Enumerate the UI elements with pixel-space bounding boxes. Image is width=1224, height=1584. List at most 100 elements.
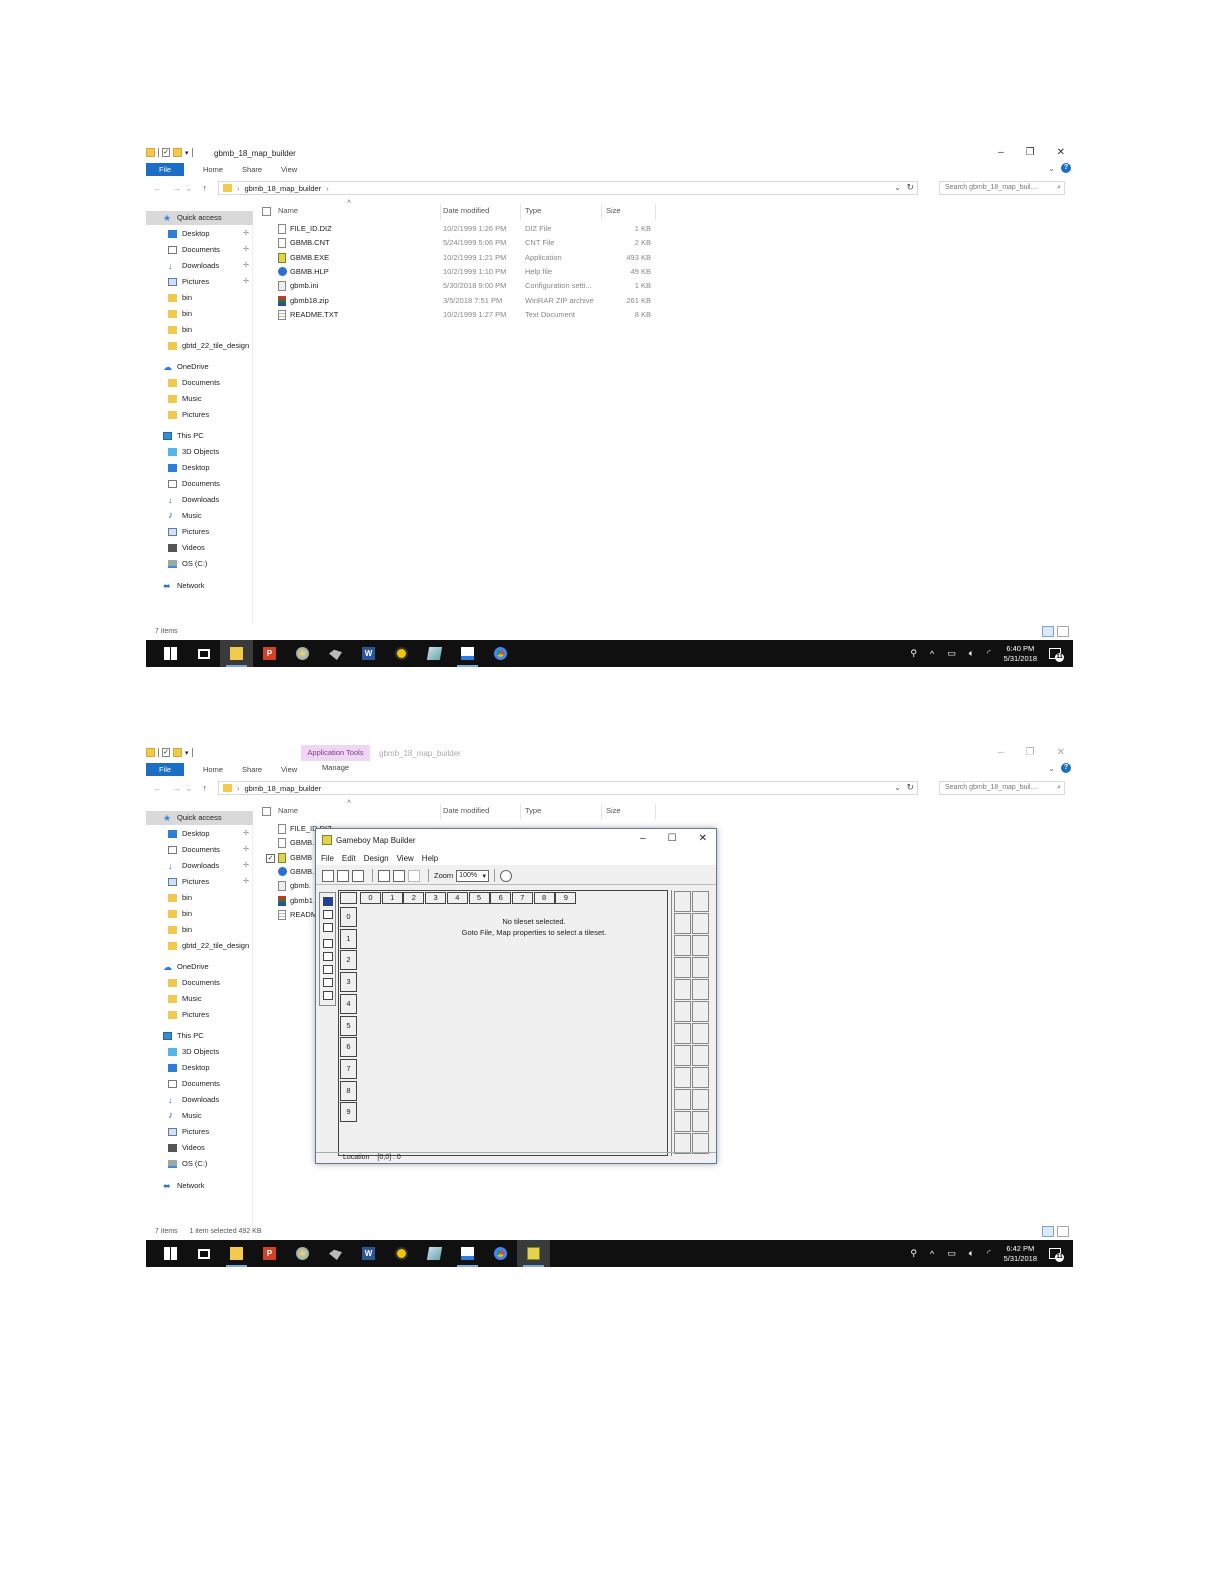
large-icons-view-icon[interactable]	[1057, 1226, 1069, 1237]
address-dropdown-icon[interactable]: ⌄	[894, 183, 901, 192]
nav-item-bin[interactable]: bin	[146, 307, 253, 321]
forward-icon[interactable]: →	[172, 183, 181, 194]
grid-row-header[interactable]: 0	[340, 907, 357, 927]
pin-icon[interactable]: ✢	[243, 243, 249, 257]
grid-column-header[interactable]: 6	[490, 892, 512, 904]
grid-row-header[interactable]: 6	[340, 1037, 357, 1058]
volume-icon[interactable]: 🔈︎	[969, 648, 974, 659]
nav-item-downloads[interactable]: ↓ Downloads	[146, 1093, 253, 1107]
nav-item-downloads[interactable]: ↓ Downloads ✢	[146, 259, 253, 273]
nav-item-bin[interactable]: bin	[146, 907, 253, 921]
breadcrumb[interactable]: gbmb_18_map_builder	[245, 784, 322, 793]
tile-slot[interactable]	[674, 1001, 691, 1022]
nav-item-onedrive[interactable]: ☁ OneDrive	[146, 360, 253, 374]
nav-item-desktop[interactable]: Desktop ✢	[146, 227, 253, 241]
chevron-right-icon[interactable]: ›	[326, 184, 329, 193]
nav-item-documents[interactable]: Documents	[146, 376, 253, 390]
task-view-button[interactable]	[187, 1240, 220, 1267]
large-icons-view-icon[interactable]	[1057, 626, 1069, 637]
battery-icon[interactable]: ▭	[947, 648, 956, 659]
tab-file[interactable]: File	[146, 163, 184, 176]
tile-slot[interactable]	[674, 913, 691, 934]
tile-slot[interactable]	[674, 1111, 691, 1132]
pin-icon[interactable]: ✢	[243, 259, 249, 273]
recent-locations-icon[interactable]: ⌄	[185, 183, 193, 194]
grid-column-header[interactable]: 5	[468, 892, 490, 904]
tile-slot[interactable]	[674, 979, 691, 1000]
row-checkbox[interactable]: ✓	[266, 853, 275, 863]
grid-row-header[interactable]: 1	[340, 928, 357, 949]
taskbar-norton[interactable]	[385, 1240, 418, 1267]
column-type[interactable]: Type	[525, 204, 541, 218]
tile-slot[interactable]	[692, 1111, 709, 1132]
nav-item-pictures[interactable]: Pictures	[146, 525, 253, 539]
help-icon[interactable]: ?	[1061, 763, 1071, 773]
taskbar-powerpoint[interactable]: P	[253, 640, 286, 667]
nav-item-quick-access[interactable]: ★ Quick access	[146, 211, 253, 225]
tile-slot[interactable]	[674, 935, 691, 956]
save-icon[interactable]	[337, 869, 349, 882]
nav-item-videos[interactable]: Videos	[146, 541, 253, 555]
menu-help[interactable]: Help	[422, 854, 438, 863]
taskbar-paint[interactable]	[286, 640, 319, 667]
taskbar-tablet[interactable]	[418, 640, 451, 667]
expand-ribbon-icon[interactable]: ⌄	[1048, 164, 1055, 173]
taskbar-chrome[interactable]	[484, 640, 517, 667]
menu-view[interactable]: View	[397, 854, 414, 863]
tab-view[interactable]: View	[281, 765, 297, 774]
tile-slot[interactable]	[692, 1045, 709, 1066]
taskbar-powerpoint[interactable]: P	[253, 1240, 286, 1267]
file-row[interactable]: README.TXT 10/2/1999 1:27 PM Text Document…	[261, 308, 661, 322]
back-icon[interactable]: ←	[153, 783, 162, 794]
minimize-button[interactable]: –	[998, 147, 1004, 158]
column-size[interactable]: Size	[606, 804, 621, 818]
close-button[interactable]: ✕	[1057, 147, 1065, 158]
tile-slot[interactable]	[692, 1023, 709, 1044]
up-icon[interactable]: ↑	[203, 783, 208, 794]
column-date[interactable]: Date modified	[443, 804, 489, 818]
tile-slot[interactable]	[674, 1045, 691, 1066]
grid-row-header[interactable]: 2	[340, 950, 357, 971]
nav-item-documents[interactable]: Documents	[146, 1077, 253, 1091]
gbmb-map-grid[interactable]: No tileset selected. Goto File, Map prop…	[338, 890, 668, 1156]
chevron-right-icon[interactable]: ›	[237, 184, 240, 193]
expand-ribbon-icon[interactable]: ⌄	[1048, 764, 1055, 773]
notification-icon[interactable]: 11	[1049, 648, 1064, 662]
pen-tool-icon[interactable]	[323, 897, 333, 906]
restore-button[interactable]: ❐	[1026, 147, 1035, 158]
nav-item-gbtd-22-tile-design[interactable]: gbtd_22_tile_design	[146, 939, 253, 953]
file-row[interactable]: gbmb18.zip 3/5/2018 7:51 PM WinRAR ZIP arc…	[261, 294, 661, 308]
volume-icon[interactable]: 🔈︎	[969, 1248, 974, 1259]
menu-file[interactable]: File	[321, 854, 334, 863]
taskbar-notepad[interactable]	[451, 640, 484, 667]
pin-icon[interactable]: ✢	[243, 843, 249, 857]
taskbar-explorer[interactable]	[220, 1240, 253, 1267]
tile-slot[interactable]	[674, 1133, 691, 1154]
column-date[interactable]: Date modified	[443, 204, 489, 218]
eraser-tool-icon[interactable]	[323, 991, 333, 1000]
file-row[interactable]: gbmb.ini 5/30/2018 9:00 PM Configuration s…	[261, 279, 661, 293]
taskbar-paint[interactable]	[286, 1240, 319, 1267]
tile-slot[interactable]	[692, 1133, 709, 1154]
grid-column-header[interactable]: 4	[446, 892, 468, 904]
tile-slot[interactable]	[674, 1089, 691, 1110]
tab-home[interactable]: Home	[203, 165, 223, 174]
file-row[interactable]: GBMB.CNT 5/24/1999 5:06 PM CNT File 2 KB	[261, 236, 661, 250]
nav-item-3d-objects[interactable]: 3D Objects	[146, 445, 253, 459]
grid-column-header[interactable]: 1	[381, 892, 403, 904]
save-as-icon[interactable]	[352, 869, 364, 882]
people-icon[interactable]: ⚲	[910, 1248, 917, 1259]
tile-slot[interactable]	[692, 979, 709, 1000]
wifi-icon[interactable]: ◜	[987, 1248, 991, 1259]
start-button[interactable]	[154, 1240, 187, 1267]
pin-icon[interactable]: ✢	[243, 227, 249, 241]
tab-file[interactable]: File	[146, 763, 184, 776]
address-bar[interactable]: › gbmb_18_map_builder › ⌄ ↻	[218, 181, 918, 195]
pin-icon[interactable]: ✢	[243, 275, 249, 289]
taskbar-tablet[interactable]	[418, 1240, 451, 1267]
nav-item-bin[interactable]: bin	[146, 923, 253, 937]
grid-column-header[interactable]: 8	[533, 892, 555, 904]
nav-item-downloads[interactable]: ↓ Downloads	[146, 493, 253, 507]
menu-edit[interactable]: Edit	[342, 854, 356, 863]
insert-column-icon[interactable]	[323, 965, 333, 974]
